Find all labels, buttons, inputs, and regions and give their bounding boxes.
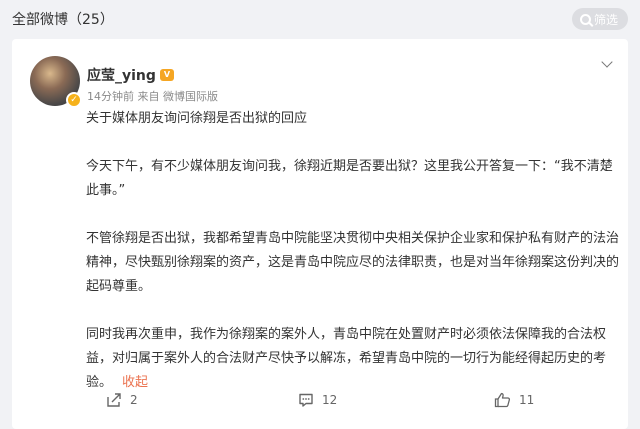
post-paragraph: 今天下午，有不少媒体朋友询问我，徐翔近期是否要出狱？这里我公开答复一下：“我不清… <box>86 159 613 198</box>
filter-button[interactable]: 筛选 <box>571 8 628 30</box>
post-author: 应莹_ying V <box>87 65 174 85</box>
repost-count: 2 <box>130 393 138 407</box>
verified-icon: ✓ <box>66 92 82 108</box>
post-card: ✓ 应莹_ying V 14分钟前 来自 微博国际版 关于媒体朋友询问徐翔是否出… <box>12 39 628 429</box>
like-button[interactable]: 11 <box>494 392 534 408</box>
comment-count: 12 <box>322 393 338 407</box>
username-link[interactable]: 应莹_ying <box>87 65 156 85</box>
post-body: 关于媒体朋友询问徐翔是否出狱的回应 今天下午，有不少媒体朋友询问我，徐翔近期是否… <box>86 107 620 395</box>
like-count: 11 <box>519 393 535 407</box>
filter-label: 筛选 <box>593 12 618 27</box>
repost-icon <box>107 393 121 407</box>
post-meta: 14分钟前 来自 微博国际版 <box>87 90 218 103</box>
like-icon <box>494 392 511 408</box>
repost-button[interactable]: 2 <box>106 392 138 408</box>
search-icon <box>579 13 591 25</box>
vip-badge-icon[interactable]: V <box>159 69 174 81</box>
avatar[interactable]: ✓ <box>30 56 82 108</box>
post-paragraph-text: 同时我再次重申，我作为徐翔案的案外人，青岛中院在处置财产时必须依法保障我的合法权… <box>86 327 607 390</box>
comment-button[interactable]: 12 <box>298 392 337 408</box>
top-bar: 全部微博（25） 筛选 <box>0 0 640 38</box>
post-paragraph: 关于媒体朋友询问徐翔是否出狱的回应 <box>86 111 308 126</box>
chevron-down-icon[interactable] <box>600 57 614 71</box>
comment-icon <box>299 393 313 407</box>
post-paragraph: 不管徐翔是否出狱，我都希望青岛中院能坚决贯彻中央相关保护企业家和保护私有财产的法… <box>86 231 620 294</box>
feed-title: 全部微博（25） <box>12 12 114 28</box>
action-bar: 2 12 11 <box>12 387 628 413</box>
post-paragraph: 同时我再次重申，我作为徐翔案的案外人，青岛中院在处置财产时必须依法保障我的合法权… <box>86 323 620 395</box>
